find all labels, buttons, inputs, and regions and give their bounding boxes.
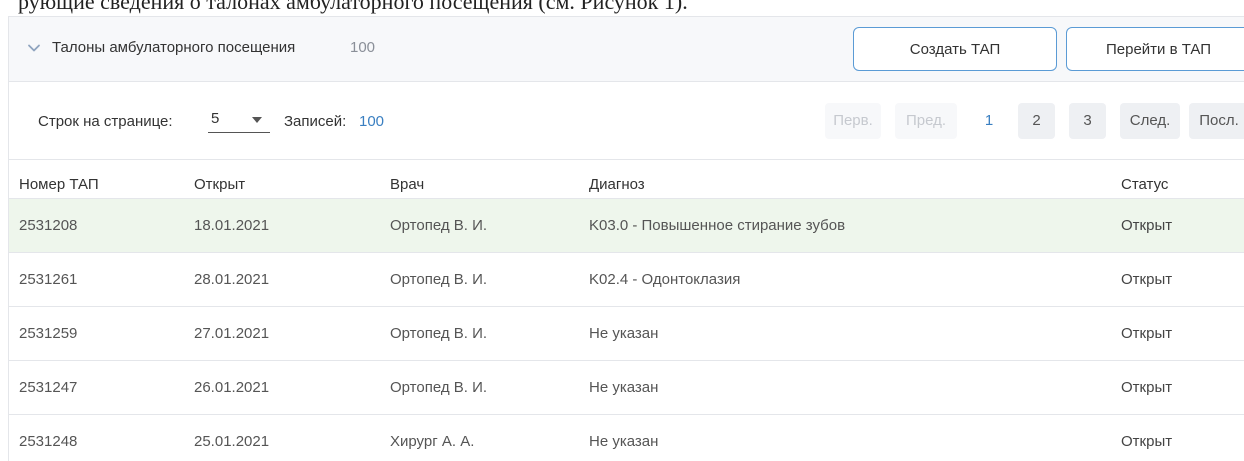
last-page-button[interactable]: Посл. [1189,103,1244,139]
pagination-toolbar: Строк на странице: 5 Записей: 100 Перв. … [9,82,1244,160]
cell-opened: 26.01.2021 [194,379,270,396]
tap-panel: Талоны амбулаторного посещения 100 Созда… [8,16,1244,461]
cell-number: 2531259 [19,325,78,342]
cell-doctor: Ортопед В. И. [390,379,488,396]
rows-per-page-select[interactable]: 5 [208,106,270,133]
page-button-3[interactable]: 3 [1069,103,1106,139]
chevron-down-icon[interactable] [27,41,41,55]
records-count: 100 [359,113,385,130]
prev-page-button[interactable]: Пред. [895,103,957,139]
table-row[interactable]: 2531259 27.01.2021 Ортопед В. И. Не указ… [9,307,1244,361]
cell-status: Открыт [1121,433,1173,450]
goto-tap-button[interactable]: Перейти в ТАП [1066,27,1244,71]
first-page-button[interactable]: Перв. [825,103,881,139]
cell-diagnosis: Не указан [589,433,659,450]
caret-down-icon [252,117,262,123]
cell-doctor: Хирург А. А. [390,433,475,450]
rows-per-page-label: Строк на странице: [38,113,173,130]
cell-number: 2531247 [19,379,78,396]
cell-doctor: Ортопед В. И. [390,217,488,234]
cell-number: 2531261 [19,271,78,288]
cell-opened: 25.01.2021 [194,433,270,450]
cell-number: 2531248 [19,433,78,450]
table-row[interactable]: 2531261 28.01.2021 Ортопед В. И. K02.4 -… [9,253,1244,307]
cell-number: 2531208 [19,217,78,234]
page-button-1[interactable]: 1 [971,103,1007,139]
cell-status: Открыт [1121,271,1173,288]
cell-status: Открыт [1121,325,1173,342]
column-header-opened[interactable]: Открыт [194,176,245,193]
cell-doctor: Ортопед В. И. [390,325,488,342]
cell-diagnosis: K03.0 - Повышенное стирание зубов [589,217,846,234]
cell-opened: 18.01.2021 [194,217,270,234]
panel-count-badge: 100 [350,39,376,56]
cell-diagnosis: Не указан [589,379,659,396]
cell-diagnosis: K02.4 - Одонтоклазия [589,271,741,288]
page-button-2[interactable]: 2 [1018,103,1055,139]
create-tap-button[interactable]: Создать ТАП [853,27,1057,71]
tap-table: Номер ТАП Открыт Врач Диагноз Статус 253… [9,160,1244,461]
next-page-button[interactable]: След. [1120,103,1180,139]
cell-diagnosis: Не указан [589,325,659,342]
document-caption-fragment: рующие сведения о талонах амбулаторного … [18,0,688,14]
cell-doctor: Ортопед В. И. [390,271,488,288]
cell-status: Открыт [1121,217,1173,234]
cell-status: Открыт [1121,379,1173,396]
cell-opened: 28.01.2021 [194,271,270,288]
panel-header: Талоны амбулаторного посещения 100 Созда… [9,17,1244,82]
panel-title: Талоны амбулаторного посещения [52,39,296,56]
records-label: Записей: [284,113,347,130]
column-header-doctor[interactable]: Врач [390,176,424,193]
rows-per-page-value: 5 [211,110,220,127]
cell-opened: 27.01.2021 [194,325,270,342]
column-header-status[interactable]: Статус [1121,176,1168,193]
column-header-diagnosis[interactable]: Диагноз [589,176,645,193]
table-row[interactable]: 2531247 26.01.2021 Ортопед В. И. Не указ… [9,361,1244,415]
column-header-number[interactable]: Номер ТАП [19,176,99,193]
table-header-row: Номер ТАП Открыт Врач Диагноз Статус [9,160,1244,199]
page-root: рующие сведения о талонах амбулаторного … [0,0,1244,461]
table-row[interactable]: 2531208 18.01.2021 Ортопед В. И. K03.0 -… [9,199,1244,253]
table-row[interactable]: 2531248 25.01.2021 Хирург А. А. Не указа… [9,415,1244,461]
